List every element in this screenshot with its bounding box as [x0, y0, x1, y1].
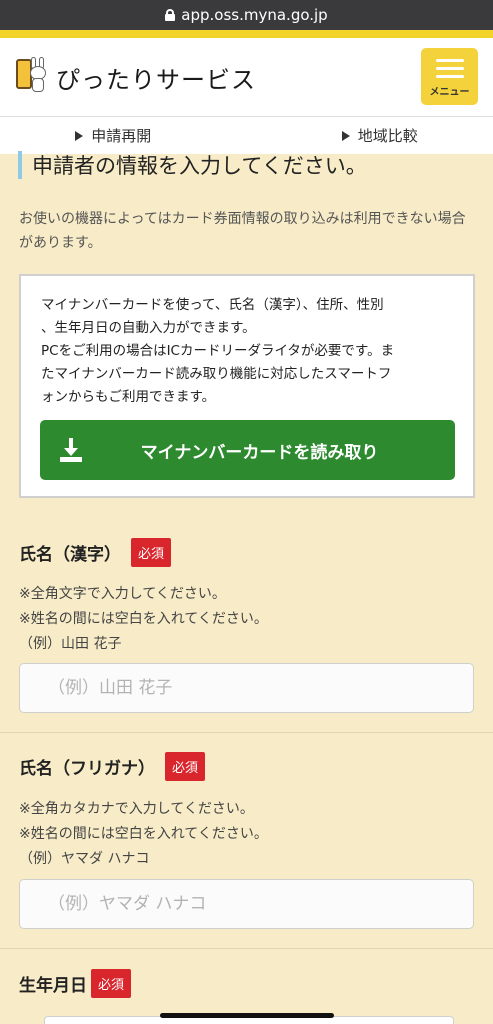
required-badge: 必須	[131, 538, 172, 567]
card-reading-note: お使いの機器によってはカード券面情報の取り込みは利用できない場合があります。	[19, 211, 466, 251]
subnav-item-resume[interactable]: 申請再開	[0, 125, 247, 146]
read-mynumber-card-button[interactable]: マイナンバーカードを読み取り	[40, 420, 455, 480]
site-logo-icon[interactable]	[16, 57, 48, 97]
field-title-name-kana: 氏名（フリガナ） 必須	[19, 752, 206, 781]
site-title[interactable]: ぴったりサービス	[56, 60, 256, 95]
read-card-button-label: マイナンバーカードを読み取り	[140, 442, 379, 463]
download-icon	[60, 438, 82, 462]
home-indicator[interactable]	[160, 1013, 334, 1018]
header-accent-bar	[0, 30, 493, 38]
main-content: 申請者の情報を入力してください。 お使いの機器によってはカード券面情報の取り込み…	[0, 151, 493, 1024]
mynumber-card-description: マイナンバーカードを使って、氏名（漢字）、住所、性別 、生年月日の自動入力ができ…	[41, 297, 395, 405]
section-heading: 申請者の情報を入力してください。	[18, 151, 367, 180]
triangle-right-icon	[341, 130, 350, 141]
heading-accent-bar	[18, 151, 22, 179]
required-badge: 必須	[91, 969, 132, 998]
name-kana-hints: ※全角カタカナで入力してください。 ※姓名の間には空白を入れてください。 （例）…	[19, 801, 268, 867]
site-header: ぴったりサービス メニュー	[0, 38, 493, 116]
name-kana-input[interactable]	[19, 879, 474, 929]
subnav-item-region-compare[interactable]: 地域比較	[247, 125, 493, 146]
name-kanji-hints: ※全角文字で入力してください。 ※姓名の間には空白を入れてください。 （例）山田…	[19, 586, 268, 652]
section-title: 申請者の情報を入力してください。	[32, 154, 367, 178]
hamburger-icon	[435, 59, 464, 78]
field-title-birthdate: 生年月日 必須	[19, 969, 132, 998]
required-badge: 必須	[165, 752, 206, 781]
menu-button[interactable]: メニュー	[421, 48, 478, 105]
url-text: app.oss.myna.go.jp	[181, 6, 328, 24]
field-title-name-kanji: 氏名（漢字） 必須	[19, 538, 172, 567]
section-divider	[0, 732, 493, 733]
lock-icon	[165, 9, 176, 21]
name-kanji-input[interactable]	[19, 663, 474, 713]
subnav-item-label: 申請再開	[91, 127, 152, 145]
mynumber-card-panel: マイナンバーカードを使って、氏名（漢字）、住所、性別 、生年月日の自動入力ができ…	[19, 274, 475, 498]
triangle-right-icon	[75, 130, 84, 141]
subnav-item-label: 地域比較	[357, 127, 418, 145]
menu-button-label: メニュー	[429, 87, 470, 98]
section-divider	[0, 948, 493, 949]
sub-navigation: 申請再開 地域比較	[0, 116, 493, 154]
browser-url-bar[interactable]: app.oss.myna.go.jp	[0, 0, 493, 30]
